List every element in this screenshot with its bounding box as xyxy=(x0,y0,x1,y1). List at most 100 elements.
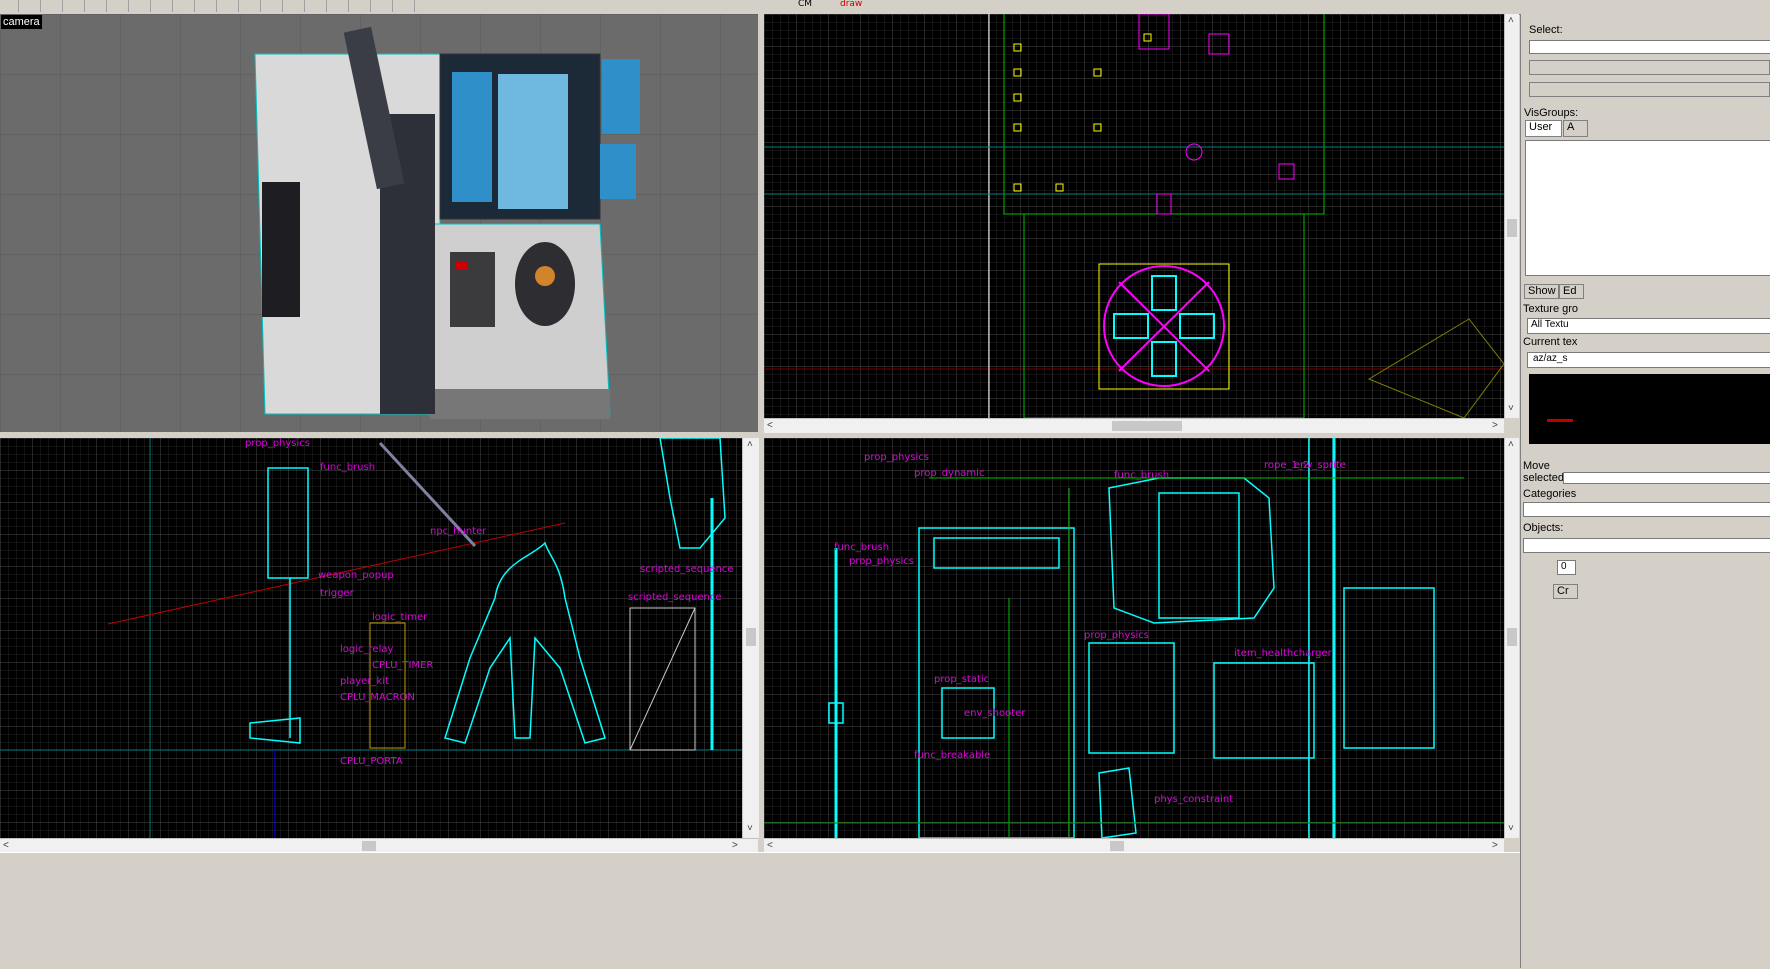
scroll-right-icon[interactable]: > xyxy=(1492,841,1498,851)
front-view-entity-label[interactable]: func_brush xyxy=(320,462,375,473)
scroll-left-icon[interactable]: < xyxy=(3,841,9,851)
panel-screen-right-bottom xyxy=(600,144,636,199)
visgroups-label: VisGroups: xyxy=(1524,107,1579,119)
side-view-entity-label[interactable]: func_brush xyxy=(834,542,889,553)
cm-toolbar-label[interactable]: CM xyxy=(798,0,812,9)
top-view-vscroll[interactable]: ˄ ˅ xyxy=(1504,14,1519,418)
side-view-entity-label[interactable]: prop_physics xyxy=(1084,630,1149,641)
undo-tool-button[interactable] xyxy=(158,0,173,12)
ungroup-tool-button[interactable] xyxy=(70,0,85,12)
scroll-thumb[interactable] xyxy=(746,628,756,646)
categories-select[interactable] xyxy=(1523,502,1770,517)
cm-tool-button[interactable] xyxy=(378,0,393,12)
texture-group-label: Texture gro xyxy=(1523,303,1579,315)
scroll-thumb[interactable] xyxy=(1110,841,1124,851)
create-prefab-button[interactable]: Cr xyxy=(1553,584,1578,599)
side-view-entity-label[interactable]: phys_constraint xyxy=(1154,794,1233,805)
visgroups-list[interactable] xyxy=(1525,140,1770,276)
panel-screen-right-top xyxy=(602,59,640,134)
scroll-right-icon[interactable]: > xyxy=(732,841,738,851)
select-button-1[interactable] xyxy=(1529,60,1770,75)
front-view-entity-label[interactable]: logic_timer xyxy=(372,612,428,623)
side-view-entity-label[interactable]: item_healthcharger xyxy=(1234,648,1333,659)
scroll-thumb[interactable] xyxy=(1507,628,1517,646)
side-view-entity-label[interactable]: env_shooter xyxy=(964,708,1026,719)
top-view-viewport[interactable] xyxy=(764,14,1504,418)
object-spin-field[interactable]: 0 xyxy=(1557,560,1576,575)
show-button-label: Show xyxy=(1528,285,1556,297)
select-tool-button[interactable] xyxy=(312,0,327,12)
side-view-vscroll[interactable]: ˄ ˅ xyxy=(1504,438,1519,838)
redo-tool-button[interactable] xyxy=(180,0,195,12)
objects-select[interactable] xyxy=(1523,538,1770,553)
front-view-entity-label[interactable]: CPLU_PORTA xyxy=(340,756,403,767)
front-view-entity-label[interactable]: weapon_popup xyxy=(318,570,394,581)
side-view-entity-label[interactable]: func_brush xyxy=(1114,470,1169,481)
texture-app-tool-button[interactable] xyxy=(334,0,349,12)
scroll-right-icon[interactable]: > xyxy=(1492,421,1498,431)
tab-user[interactable]: User xyxy=(1525,120,1562,137)
vertex-tool-button[interactable] xyxy=(290,0,305,12)
front-view-entity-label[interactable]: trigger xyxy=(320,588,355,599)
show-button[interactable]: Show xyxy=(1524,284,1559,299)
front-view-entity-label[interactable]: prop_physics xyxy=(245,438,310,449)
scroll-up-icon[interactable]: ˄ xyxy=(747,440,753,450)
paste-tool-button[interactable] xyxy=(246,0,261,12)
scroll-up-icon[interactable]: ˄ xyxy=(1508,16,1514,26)
clip-tool-button[interactable] xyxy=(268,0,283,12)
front-view-entity-label[interactable]: npc_hunter xyxy=(430,526,487,537)
top-view-hscroll[interactable]: < > xyxy=(764,418,1504,433)
move-selected-field[interactable] xyxy=(1563,472,1770,484)
front-view-entity-label[interactable]: scripted_sequence xyxy=(628,592,722,603)
front-view-entity-label[interactable]: player_kit xyxy=(340,676,389,687)
texture-preview-mark xyxy=(1547,419,1573,422)
carve-tool-button[interactable] xyxy=(26,0,41,12)
front-view-vscroll[interactable]: ˄ ˅ xyxy=(742,438,759,838)
scroll-left-icon[interactable]: < xyxy=(767,841,773,851)
create-prefab-label: Cr xyxy=(1557,585,1569,597)
side-view-viewport[interactable]: prop_physics prop_dynamic func_brush prop_p… xyxy=(764,438,1504,838)
side-view-entity-label[interactable]: env_sprite xyxy=(1294,460,1346,471)
front-view-entity-label[interactable]: CPLU_MACRON xyxy=(340,692,415,703)
scroll-down-icon[interactable]: ˅ xyxy=(1508,404,1514,414)
hollow-tool-button[interactable] xyxy=(4,0,19,12)
scroll-down-icon[interactable]: ˅ xyxy=(747,824,753,834)
side-view-entity-label[interactable]: prop_physics xyxy=(864,452,929,463)
tab-auto[interactable]: A xyxy=(1563,120,1588,137)
select-dropdown[interactable] xyxy=(1529,40,1770,54)
scroll-thumb[interactable] xyxy=(1112,421,1182,431)
side-view-entity-label[interactable]: prop_static xyxy=(934,674,989,685)
side-view-entity-label[interactable]: func_breakable xyxy=(914,750,990,761)
panel-screen-left xyxy=(452,72,492,202)
texture-lock-tool-button[interactable] xyxy=(136,0,151,12)
select-button-2[interactable] xyxy=(1529,82,1770,97)
scroll-up-icon[interactable]: ˄ xyxy=(1508,440,1514,450)
scroll-thumb[interactable] xyxy=(362,841,376,851)
texture-preview[interactable] xyxy=(1529,374,1770,444)
side-view-hscroll[interactable]: < > xyxy=(764,838,1504,853)
draw-tool-button[interactable] xyxy=(400,0,415,12)
hide-tool-button[interactable] xyxy=(92,0,107,12)
front-view-entity-label[interactable]: logic_relay xyxy=(340,644,393,655)
copy-tool-button[interactable] xyxy=(224,0,239,12)
objects-label: Objects: xyxy=(1523,522,1564,534)
show-tool-button[interactable] xyxy=(114,0,129,12)
front-view-entity-label[interactable]: scripted_sequence xyxy=(640,564,734,575)
front-view-viewport[interactable]: prop_physics func_brush npc_hunter weapon_p… xyxy=(0,438,742,838)
front-view-hscroll[interactable]: < > xyxy=(0,838,758,853)
flip-tool-button[interactable] xyxy=(356,0,371,12)
camera-viewport[interactable]: camera xyxy=(0,14,758,432)
cut-tool-button[interactable] xyxy=(202,0,217,12)
current-texture-select[interactable]: az/az_s xyxy=(1527,352,1770,368)
scroll-thumb[interactable] xyxy=(1507,219,1517,237)
front-view-grid: prop_physics func_brush npc_hunter weapon_p… xyxy=(0,438,742,838)
side-view-entity-label[interactable]: prop_dynamic xyxy=(914,468,984,479)
texture-group-select[interactable]: All Textu xyxy=(1527,318,1770,334)
draw-toolbar-label[interactable]: draw xyxy=(840,0,862,9)
edit-button[interactable]: Ed xyxy=(1559,284,1584,299)
scroll-left-icon[interactable]: < xyxy=(767,421,773,431)
side-view-entity-label[interactable]: prop_physics xyxy=(849,556,914,567)
front-view-entity-label[interactable]: CPLU_TIMER xyxy=(372,660,433,671)
group-tool-button[interactable] xyxy=(48,0,63,12)
scroll-down-icon[interactable]: ˅ xyxy=(1508,824,1514,834)
